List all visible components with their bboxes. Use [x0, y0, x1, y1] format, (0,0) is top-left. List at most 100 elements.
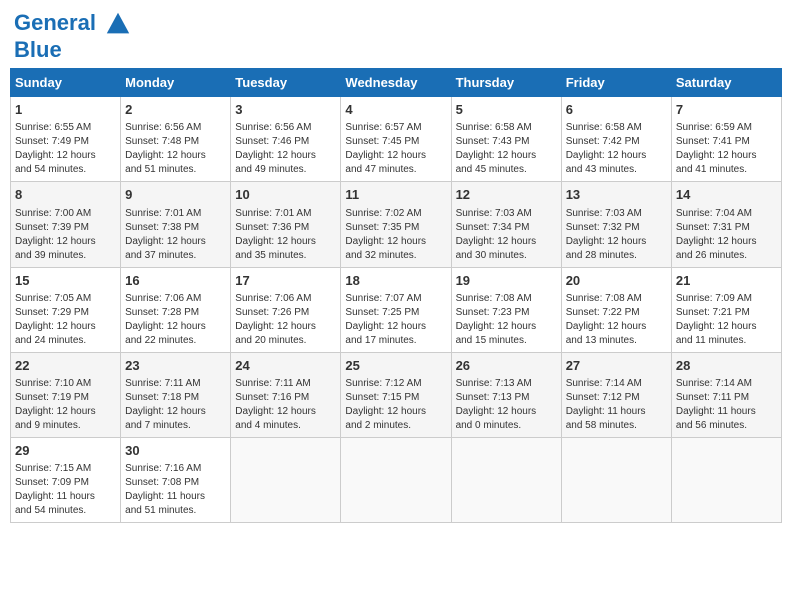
calendar-cell: 5 Sunrise: 6:58 AMSunset: 7:43 PMDaylight… [451, 97, 561, 182]
day-number: 26 [456, 357, 557, 375]
calendar-cell: 28Sunrise: 7:14 AMSunset: 7:11 PMDayligh… [671, 352, 781, 437]
day-info: Sunrise: 6:56 AMSunset: 7:48 PMDaylight:… [125, 121, 226, 177]
calendar-table: SundayMondayTuesdayWednesdayThursdayFrid… [10, 68, 782, 523]
day-number: 5 [456, 101, 557, 119]
day-info: Sunrise: 7:00 AMSunset: 7:39 PMDaylight:… [15, 207, 116, 263]
calendar-cell: 25 Sunrise: 7:12 AMSunset: 7:15 PMDayligh… [341, 352, 451, 437]
day-info: Sunrise: 7:01 AMSunset: 7:38 PMDaylight:… [125, 207, 226, 263]
weekday-header: Tuesday [231, 69, 341, 97]
day-number: 7 [676, 101, 777, 119]
calendar-cell [231, 437, 341, 522]
day-number: 15 [15, 272, 116, 290]
day-info: Sunrise: 7:15 AMSunset: 7:09 PMDaylight:… [15, 462, 116, 518]
calendar-cell: 6 Sunrise: 6:58 AMSunset: 7:42 PMDaylight… [561, 97, 671, 182]
day-number: 21 [676, 272, 777, 290]
calendar-cell: 14 Sunrise: 7:04 AMSunset: 7:31 PMDayligh… [671, 182, 781, 267]
day-info: Sunrise: 7:08 AMSunset: 7:23 PMDaylight:… [456, 292, 557, 348]
day-info: Sunrise: 7:06 AMSunset: 7:26 PMDaylight:… [235, 292, 336, 348]
day-info: Sunrise: 6:58 AMSunset: 7:42 PMDaylight:… [566, 121, 667, 177]
day-number: 27 [566, 357, 667, 375]
weekday-header: Wednesday [341, 69, 451, 97]
day-number: 9 [125, 186, 226, 204]
calendar-cell: 12 Sunrise: 7:03 AMSunset: 7:34 PMDayligh… [451, 182, 561, 267]
day-info: Sunrise: 7:13 AMSunset: 7:13 PMDaylight:… [456, 377, 557, 433]
calendar-cell: 15 Sunrise: 7:05 AMSunset: 7:29 PMDayligh… [11, 267, 121, 352]
weekday-header: Thursday [451, 69, 561, 97]
day-number: 18 [345, 272, 446, 290]
weekday-header: Friday [561, 69, 671, 97]
calendar-cell: 30 Sunrise: 7:16 AMSunset: 7:08 PMDayligh… [121, 437, 231, 522]
calendar-cell: 22Sunrise: 7:10 AMSunset: 7:19 PMDayligh… [11, 352, 121, 437]
calendar-cell: 9 Sunrise: 7:01 AMSunset: 7:38 PMDaylight… [121, 182, 231, 267]
calendar-week-row: 8Sunrise: 7:00 AMSunset: 7:39 PMDaylight… [11, 182, 782, 267]
logo: General Blue [14, 10, 132, 62]
day-number: 25 [345, 357, 446, 375]
calendar-cell [451, 437, 561, 522]
day-info: Sunrise: 7:06 AMSunset: 7:28 PMDaylight:… [125, 292, 226, 348]
day-number: 1 [15, 101, 116, 119]
page-header: General Blue [10, 10, 782, 62]
day-number: 29 [15, 442, 116, 460]
day-info: Sunrise: 6:58 AMSunset: 7:43 PMDaylight:… [456, 121, 557, 177]
day-info: Sunrise: 6:59 AMSunset: 7:41 PMDaylight:… [676, 121, 777, 177]
calendar-cell: 18Sunrise: 7:07 AMSunset: 7:25 PMDayligh… [341, 267, 451, 352]
day-number: 19 [456, 272, 557, 290]
calendar-cell: 26 Sunrise: 7:13 AMSunset: 7:13 PMDayligh… [451, 352, 561, 437]
calendar-cell: 4 Sunrise: 6:57 AMSunset: 7:45 PMDaylight… [341, 97, 451, 182]
calendar-cell: 17Sunrise: 7:06 AMSunset: 7:26 PMDayligh… [231, 267, 341, 352]
day-info: Sunrise: 7:10 AMSunset: 7:19 PMDaylight:… [15, 377, 116, 433]
calendar-cell: 10 Sunrise: 7:01 AMSunset: 7:36 PMDayligh… [231, 182, 341, 267]
calendar-cell: 29 Sunrise: 7:15 AMSunset: 7:09 PMDayligh… [11, 437, 121, 522]
day-info: Sunrise: 7:03 AMSunset: 7:34 PMDaylight:… [456, 207, 557, 263]
weekday-header: Monday [121, 69, 231, 97]
day-info: Sunrise: 7:02 AMSunset: 7:35 PMDaylight:… [345, 207, 446, 263]
calendar-cell: 2Sunrise: 6:56 AMSunset: 7:48 PMDaylight… [121, 97, 231, 182]
day-info: Sunrise: 6:55 AMSunset: 7:49 PMDaylight:… [15, 121, 116, 177]
calendar-cell: 3Sunrise: 6:56 AMSunset: 7:46 PMDaylight… [231, 97, 341, 182]
calendar-cell: 16 Sunrise: 7:06 AMSunset: 7:28 PMDayligh… [121, 267, 231, 352]
day-info: Sunrise: 6:57 AMSunset: 7:45 PMDaylight:… [345, 121, 446, 177]
day-number: 16 [125, 272, 226, 290]
calendar-cell: 27 Sunrise: 7:14 AMSunset: 7:12 PMDayligh… [561, 352, 671, 437]
day-number: 6 [566, 101, 667, 119]
day-info: Sunrise: 7:08 AMSunset: 7:22 PMDaylight:… [566, 292, 667, 348]
day-number: 30 [125, 442, 226, 460]
day-number: 4 [345, 101, 446, 119]
calendar-week-row: 22Sunrise: 7:10 AMSunset: 7:19 PMDayligh… [11, 352, 782, 437]
calendar-cell: 7 Sunrise: 6:59 AMSunset: 7:41 PMDaylight… [671, 97, 781, 182]
day-number: 11 [345, 186, 446, 204]
day-info: Sunrise: 7:14 AMSunset: 7:11 PMDaylight:… [676, 377, 777, 433]
day-number: 10 [235, 186, 336, 204]
calendar-cell: 21 Sunrise: 7:09 AMSunset: 7:21 PMDayligh… [671, 267, 781, 352]
day-number: 23 [125, 357, 226, 375]
calendar-cell: 11 Sunrise: 7:02 AMSunset: 7:35 PMDayligh… [341, 182, 451, 267]
day-info: Sunrise: 7:05 AMSunset: 7:29 PMDaylight:… [15, 292, 116, 348]
calendar-cell [341, 437, 451, 522]
day-number: 3 [235, 101, 336, 119]
day-info: Sunrise: 7:11 AMSunset: 7:18 PMDaylight:… [125, 377, 226, 433]
day-number: 13 [566, 186, 667, 204]
day-info: Sunrise: 7:04 AMSunset: 7:31 PMDaylight:… [676, 207, 777, 263]
day-info: Sunrise: 7:01 AMSunset: 7:36 PMDaylight:… [235, 207, 336, 263]
calendar-cell: 19 Sunrise: 7:08 AMSunset: 7:23 PMDayligh… [451, 267, 561, 352]
day-info: Sunrise: 7:12 AMSunset: 7:15 PMDaylight:… [345, 377, 446, 433]
calendar-cell: 8Sunrise: 7:00 AMSunset: 7:39 PMDaylight… [11, 182, 121, 267]
logo-text: General [14, 10, 132, 38]
day-number: 20 [566, 272, 667, 290]
calendar-week-row: 1 Sunrise: 6:55 AMSunset: 7:49 PMDaylight… [11, 97, 782, 182]
day-info: Sunrise: 7:11 AMSunset: 7:16 PMDaylight:… [235, 377, 336, 433]
day-number: 14 [676, 186, 777, 204]
calendar-cell: 23 Sunrise: 7:11 AMSunset: 7:18 PMDayligh… [121, 352, 231, 437]
calendar-cell: 20 Sunrise: 7:08 AMSunset: 7:22 PMDayligh… [561, 267, 671, 352]
day-number: 24 [235, 357, 336, 375]
day-info: Sunrise: 7:16 AMSunset: 7:08 PMDaylight:… [125, 462, 226, 518]
day-info: Sunrise: 7:09 AMSunset: 7:21 PMDaylight:… [676, 292, 777, 348]
calendar-week-row: 15 Sunrise: 7:05 AMSunset: 7:29 PMDayligh… [11, 267, 782, 352]
calendar-cell [561, 437, 671, 522]
day-number: 12 [456, 186, 557, 204]
calendar-cell: 13Sunrise: 7:03 AMSunset: 7:32 PMDayligh… [561, 182, 671, 267]
day-info: Sunrise: 7:14 AMSunset: 7:12 PMDaylight:… [566, 377, 667, 433]
logo-blue: Blue [14, 38, 132, 62]
calendar-cell: 1 Sunrise: 6:55 AMSunset: 7:49 PMDaylight… [11, 97, 121, 182]
weekday-header: Sunday [11, 69, 121, 97]
